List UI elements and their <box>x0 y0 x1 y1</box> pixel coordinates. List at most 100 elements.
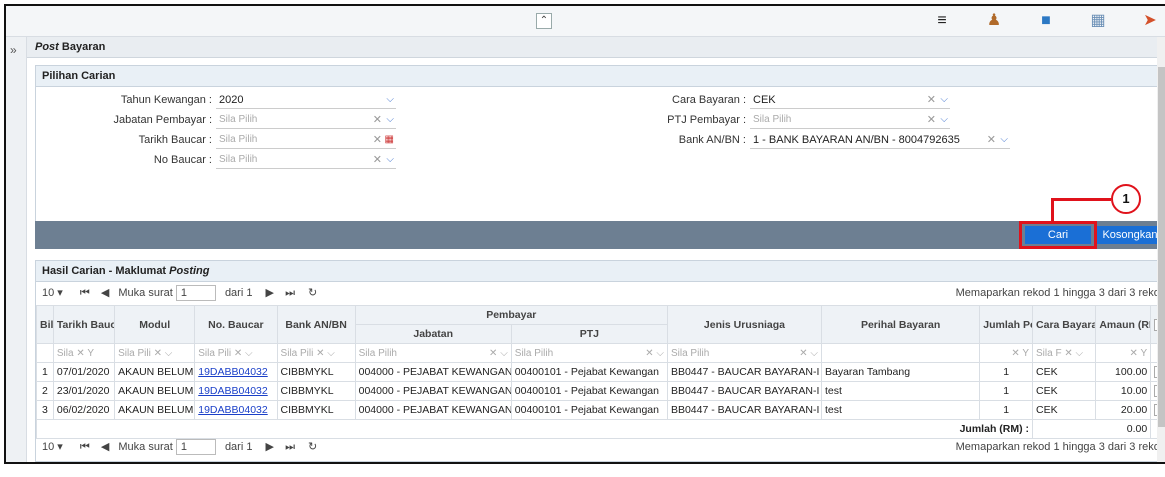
clear-icon[interactable]: ✕ <box>927 92 936 108</box>
exit-icon[interactable]: ➤ <box>1140 11 1160 31</box>
table-row[interactable]: 2 23/01/2020 AKAUN BELUM 19DABB04032 CIB… <box>36 381 1165 401</box>
main-content: Post Bayaran Pilihan Carian Tahun Kewang… <box>27 37 1165 462</box>
filter-modul[interactable]: Sila Pili ✕ ⌵ <box>114 343 196 363</box>
col-ptj[interactable]: PTJ <box>510 324 668 344</box>
baucar-link[interactable]: 19DABB04032 <box>194 362 278 382</box>
filter-jenis[interactable]: Sila Pilih ✕ ⌵ <box>666 343 823 363</box>
col-no-baucar[interactable]: No. Baucar <box>194 305 278 344</box>
menu-icon[interactable]: ≡ <box>932 11 952 31</box>
user-icon[interactable]: ♟ <box>984 11 1004 31</box>
cell-jabatan: 004000 - PEJABAT KEWANGAN <box>354 400 512 420</box>
jabatan-select[interactable]: Sila Pilih ✕ ⌵ <box>216 112 396 129</box>
cell-tarikh: 07/01/2020 <box>52 362 116 382</box>
last-page-icon[interactable]: ⏭ <box>285 287 295 299</box>
table-row[interactable]: 1 07/01/2020 AKAUN BELUM 19DABB04032 CIB… <box>36 362 1165 382</box>
refresh-icon[interactable]: ↻ <box>308 441 317 453</box>
clear-icon[interactable]: ✕ <box>373 152 382 168</box>
next-page-icon[interactable]: ▶ <box>266 441 274 453</box>
baucar-link[interactable]: 19DABB04032 <box>194 400 278 420</box>
cell-jenis: BB0447 - BAUCAR BAYARAN-I <box>666 362 823 382</box>
cell-jenis: BB0447 - BAUCAR BAYARAN-I <box>666 400 823 420</box>
results-title: Hasil Carian - Maklumat Posting <box>36 261 1165 282</box>
clear-icon[interactable]: ✕ <box>927 112 936 128</box>
cell-ptj: 00400101 - Pejabat Kewangan <box>510 400 668 420</box>
col-penerima[interactable]: Jumlah Penerima <box>979 305 1034 344</box>
total-label: Jumlah (RM) : <box>35 419 1034 439</box>
calendar-icon[interactable]: ▦ <box>385 132 394 148</box>
cell-cara: CEK <box>1032 362 1097 382</box>
calendar-icon[interactable]: ▦ <box>1088 11 1108 31</box>
side-toggle[interactable]: » <box>6 37 27 462</box>
last-page-icon[interactable]: ⏭ <box>285 441 295 453</box>
col-perihal[interactable]: Perihal Bayaran <box>820 305 981 344</box>
kosongkan-button[interactable]: Kosongkan <box>1097 226 1163 244</box>
cell-penerima: 1 <box>979 400 1034 420</box>
page-size-select[interactable]: 10 ▾ <box>42 441 63 453</box>
cell-ptj: 00400101 - Pejabat Kewangan <box>510 362 668 382</box>
filter-cara[interactable]: Sila F ✕ ⌵ <box>1032 343 1097 363</box>
page-input[interactable]: 1 <box>175 439 216 456</box>
bank-select[interactable]: 1 - BANK BAYARAN AN/BN - 8004792635 ✕ ⌵ <box>750 132 1010 149</box>
col-jabatan[interactable]: Jabatan <box>354 324 512 344</box>
cell-bil: 2 <box>36 381 54 401</box>
col-bank[interactable]: Bank AN/BN <box>276 305 356 344</box>
clear-icon[interactable]: ✕ <box>373 132 382 148</box>
col-amaun[interactable]: Amaun (RM) <box>1095 305 1152 344</box>
prev-page-icon[interactable]: ◀ <box>101 287 109 299</box>
callout-marker: 1 <box>1111 184 1141 214</box>
pager-bottom: 10 ▾ ⏮ ◀ Muka surat 1 dari 1 ▶ ⏭ ↻ Memap… <box>36 437 1165 457</box>
tahun-label: Tahun Kewangan : <box>120 94 212 106</box>
filter-tarikh[interactable]: Sila ✕ Y <box>52 343 116 363</box>
cell-cara: CEK <box>1032 381 1097 401</box>
highlight-box <box>1019 221 1097 249</box>
baucar-link[interactable]: 19DABB04032 <box>194 381 278 401</box>
page-of: dari 1 <box>224 287 253 299</box>
ptj-select[interactable]: Sila Pilih ✕ ⌵ <box>750 112 950 129</box>
col-cara[interactable]: Cara Bayaran <box>1032 305 1097 344</box>
record-summary: Memaparkan rekod 1 hingga 3 dari 3 rekod <box>955 441 1165 453</box>
page-label: Muka surat <box>118 441 173 453</box>
clear-icon[interactable]: ✕ <box>987 132 996 148</box>
col-modul[interactable]: Modul <box>114 305 196 344</box>
first-page-icon[interactable]: ⏮ <box>80 287 90 299</box>
cell-penerima: 1 <box>979 381 1034 401</box>
table-row[interactable]: 3 06/02/2020 AKAUN BELUM 19DABB04032 CIB… <box>36 400 1165 420</box>
page-input[interactable]: 1 <box>175 285 216 302</box>
tarikh-input[interactable]: Sila Pilih ✕ ▦ <box>216 132 396 149</box>
results-table: Bil Tarikh Baucar Modul No. Baucar Bank … <box>35 305 1165 439</box>
cell-perihal: Bayaran Tambang <box>820 362 981 382</box>
page-size-select[interactable]: 10 ▾ <box>42 287 63 299</box>
chevron-down-icon: ⌵ <box>386 154 394 165</box>
tahun-select[interactable]: 2020 ⌵ <box>216 92 396 109</box>
filter-bank[interactable]: Sila Pili ✕ ⌵ <box>276 343 356 363</box>
filter-jabatan[interactable]: Sila Pilih ✕ ⌵ <box>354 343 512 363</box>
lock-icon[interactable]: ■ <box>1036 11 1056 31</box>
chevron-down-icon: ⌵ <box>940 94 948 105</box>
filter-penerima[interactable]: ✕ Y <box>979 343 1034 363</box>
clear-icon[interactable]: ✕ <box>373 112 382 128</box>
filter-amaun[interactable]: ✕ Y <box>1095 343 1152 363</box>
filter-row: Sila ✕ Y Sila Pili ✕ ⌵ Sila Pili ✕ ⌵ Sil… <box>36 343 1165 363</box>
nobaucar-select[interactable]: Sila Pilih ✕ ⌵ <box>216 152 396 169</box>
filter-bil <box>36 343 54 363</box>
vertical-scrollbar[interactable] <box>1157 37 1165 462</box>
page-label: Muka surat <box>118 287 173 299</box>
ptj-label: PTJ Pembayar : <box>667 114 746 126</box>
refresh-icon[interactable]: ↻ <box>308 287 317 299</box>
chevron-down-icon: ⌵ <box>386 114 394 125</box>
cell-modul: AKAUN BELUM <box>114 362 196 382</box>
cell-amaun: 10.00 <box>1095 381 1152 401</box>
filter-perihal[interactable] <box>820 343 981 363</box>
cell-bank: CIBBMYKL <box>276 381 356 401</box>
collapse-header-icon[interactable]: ⌃ <box>536 13 552 29</box>
next-page-icon[interactable]: ▶ <box>266 287 274 299</box>
col-tarikh[interactable]: Tarikh Baucar <box>52 305 116 344</box>
prev-page-icon[interactable]: ◀ <box>101 441 109 453</box>
filter-ptj[interactable]: Sila Pilih ✕ ⌵ <box>510 343 668 363</box>
results-panel: Hasil Carian - Maklumat Posting 10 ▾ ⏮ ◀… <box>35 260 1165 462</box>
col-jenis[interactable]: Jenis Urusniaga <box>666 305 823 344</box>
filter-no-baucar[interactable]: Sila Pili ✕ ⌵ <box>194 343 278 363</box>
scrollbar-thumb[interactable] <box>1158 67 1165 427</box>
first-page-icon[interactable]: ⏮ <box>80 441 90 453</box>
cara-select[interactable]: CEK ✕ ⌵ <box>750 92 950 109</box>
